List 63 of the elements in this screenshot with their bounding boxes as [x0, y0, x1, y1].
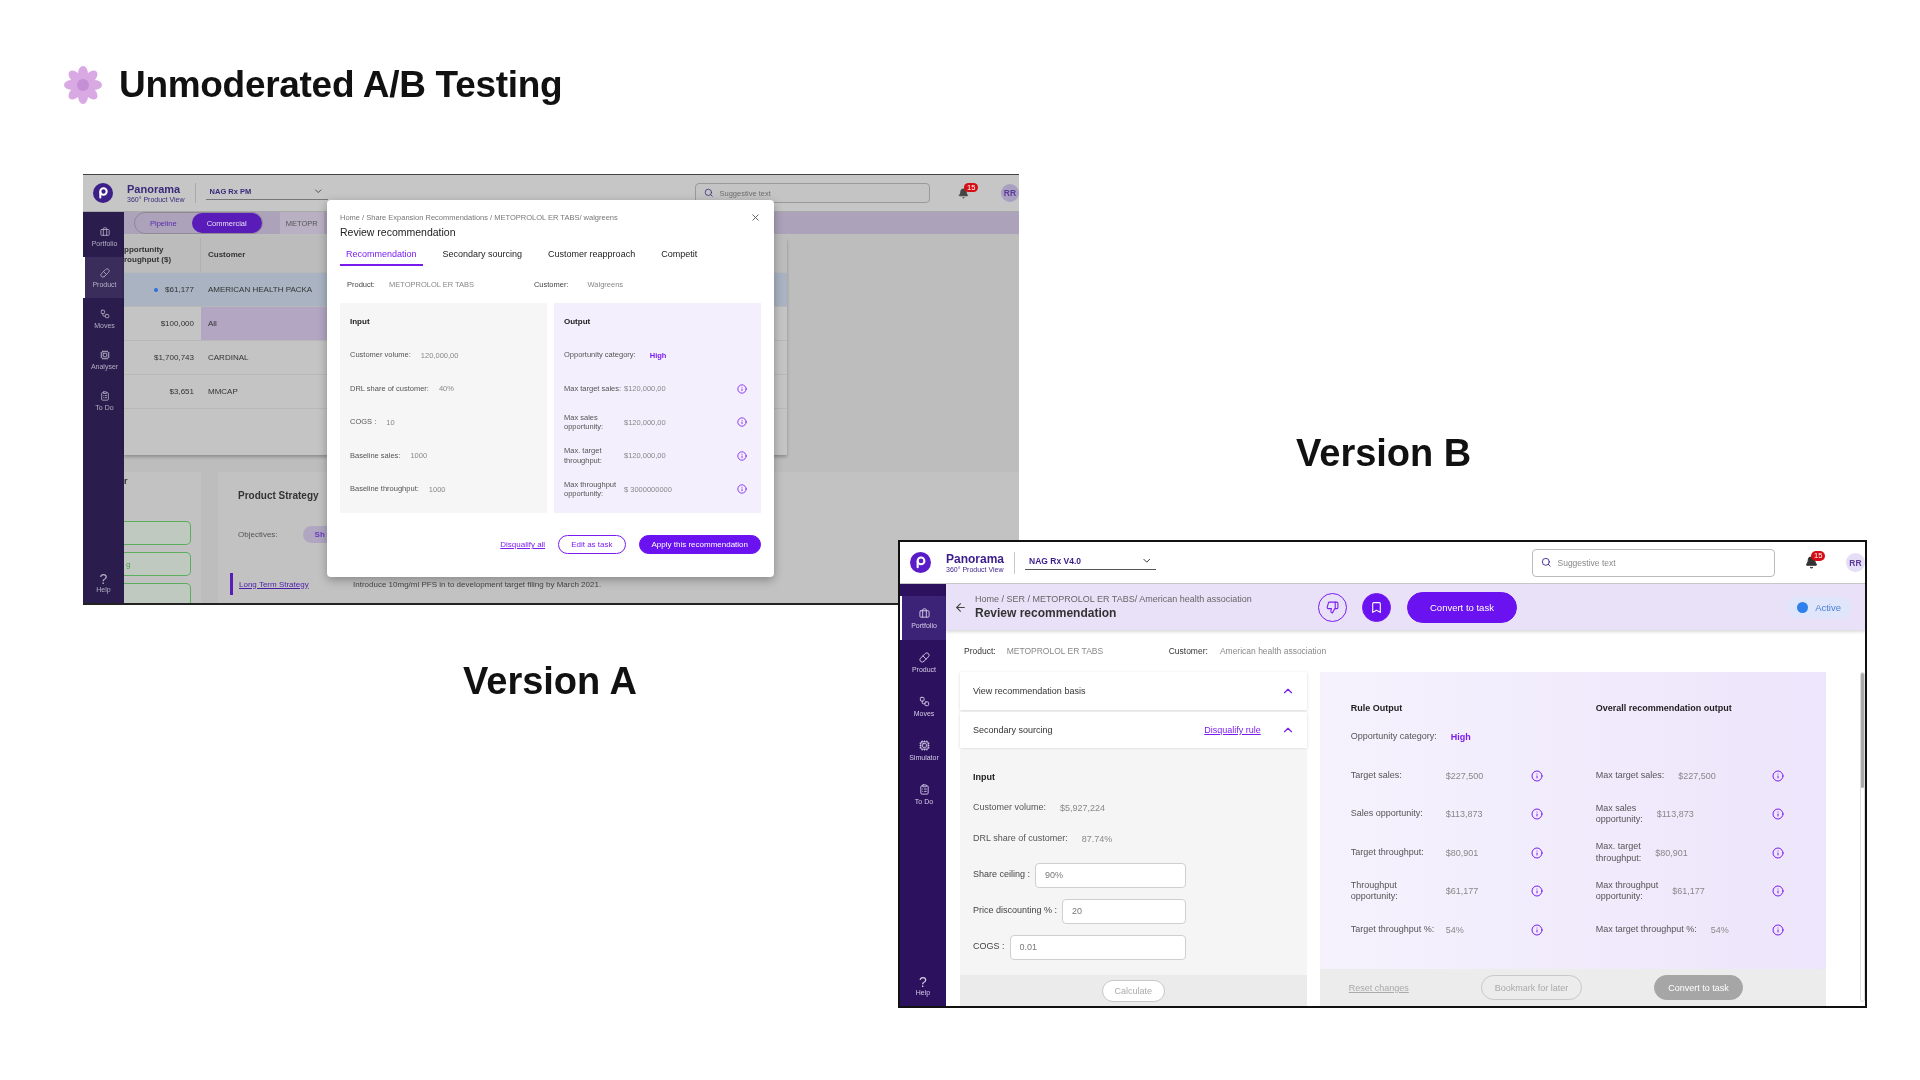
table-cell-text: $1,700,743	[152, 352, 195, 364]
field-label: COGS :	[973, 941, 1005, 953]
table-cell-text: $100,000	[159, 318, 195, 330]
field-label: Opportunity category:	[1350, 731, 1437, 744]
field-value: 54%	[1710, 924, 1730, 935]
status-label: Active	[1815, 601, 1841, 613]
field-label: Target throughput:	[1350, 846, 1425, 859]
customer-label: Customer:	[1168, 646, 1208, 656]
field-label: Target sales:	[1350, 769, 1403, 782]
section-title: Rule Output	[1350, 703, 1404, 713]
field-label: Price discounting % :	[973, 905, 1058, 917]
app-name: Panorama	[946, 552, 1005, 565]
section-title: Overall recommendation output	[1595, 703, 1733, 713]
card-title: Product Strategy	[238, 490, 319, 501]
section-title: Input	[973, 772, 996, 782]
strategy-description: Introduce 10mg/ml PFS in to development target filing by March 2021.	[353, 579, 602, 589]
field-value: $227,500	[1678, 770, 1717, 781]
field-value: $113,873	[1656, 809, 1695, 820]
category-value: High	[1450, 732, 1471, 743]
app-name: Panorama	[127, 183, 182, 195]
card-title: r	[124, 476, 129, 488]
table-cell-text: MMCAP	[207, 386, 239, 398]
accordion-title: View recommendation basis	[973, 686, 1087, 696]
field-label: Sales opportunity:	[1350, 808, 1424, 821]
column-header: pportunity roughput ($)	[124, 238, 201, 272]
field-value: $80,901	[1445, 847, 1480, 858]
version-label: Version A	[463, 660, 637, 703]
page-heading: Unmoderated A/B Testing	[119, 64, 563, 106]
dialog-title: Review recommendation	[340, 226, 457, 238]
field-label: Throughput opportunity:	[1350, 879, 1399, 903]
table-cell-text: CARDINAL	[207, 352, 250, 364]
field-value: 54%	[1445, 924, 1465, 935]
objectives-label: Objectives:	[238, 530, 278, 539]
page-title: Review recommendation	[975, 606, 1118, 620]
field-label: Max sales opportunity:	[1595, 802, 1643, 826]
breadcrumb: Home / SER / METOPROLOL ER TABS/ American health association	[975, 594, 1253, 604]
field-label: Max target throughput %:	[1595, 923, 1697, 936]
table-cell: All	[201, 307, 327, 340]
field-value: $5,927,224	[1060, 803, 1106, 813]
field-label: Max target sales:	[1595, 769, 1665, 782]
field-value: $80,901	[1655, 847, 1689, 858]
table-cell: $61,177	[124, 273, 201, 306]
field-value: 87.74%	[1081, 834, 1113, 844]
customer-value: American health association	[1219, 646, 1328, 656]
field-value: $61,177	[1672, 886, 1706, 897]
field-value: $227,500	[1445, 770, 1485, 781]
field-label: Max throughput opportunity:	[1595, 879, 1659, 903]
table-cell-text: $3,651	[168, 386, 195, 398]
accordion-title: Secondary sourcing	[973, 725, 1054, 735]
field-label: Customer volume:	[973, 802, 1047, 814]
product-value: METOPROLOL ER TABS	[1006, 646, 1105, 656]
pill-label: g	[126, 559, 131, 569]
field-label: DRL share of customer:	[973, 833, 1068, 845]
table-cell-text: AMERICAN HEALTH PACKA	[207, 284, 314, 296]
field-label: Target throughput %:	[1350, 923, 1436, 936]
field-value: $61,177	[1445, 886, 1480, 897]
field-value: $113,873	[1445, 809, 1484, 820]
version-label: Version B	[1296, 432, 1472, 475]
field-label: Share ceiling :	[973, 869, 1031, 881]
field-label: Max. target throughput:	[1595, 841, 1642, 865]
panel-title: Output	[564, 317, 592, 327]
product-label: Product:	[964, 646, 996, 656]
panel-title: Input	[350, 317, 371, 327]
